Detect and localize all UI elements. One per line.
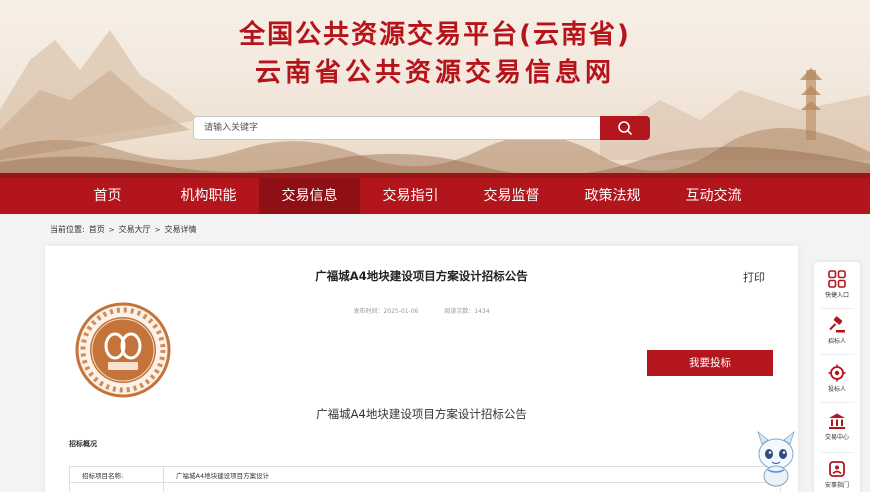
quick-item-bidder[interactable]: 投标人: [814, 364, 860, 393]
announcement-title: 广福城A4地块建设项目方案设计招标公告: [315, 269, 528, 283]
quick-item-service-gate[interactable]: 安事指门: [814, 460, 860, 489]
breadcrumb-item-detail: 交易详情: [164, 225, 197, 234]
view-count: 阅读次数：1434: [444, 308, 490, 315]
breadcrumb-separator: >: [154, 225, 161, 234]
nav-item-policies[interactable]: 政策法规: [562, 178, 663, 214]
table-cell-value: 广福城A4地块建设项目方案设计: [163, 466, 781, 483]
nav-item-org-functions[interactable]: 机构职能: [158, 178, 259, 214]
grid-icon: [828, 270, 846, 288]
breadcrumb-prefix: 当前位置:: [50, 225, 85, 234]
nav-item-trading-supervision[interactable]: 交易监督: [461, 178, 562, 214]
quick-item-tenderer[interactable]: 招标人: [814, 316, 860, 345]
print-button[interactable]: 打印: [743, 269, 765, 285]
building-icon: [829, 413, 845, 429]
project-info-table: 招标项目名称: 广福城A4地块建设项目方案设计: [69, 466, 781, 492]
table-row: 招标项目名称: 广福城A4地块建设项目方案设计: [69, 466, 781, 483]
search-icon: [618, 121, 632, 135]
nav-item-trading-guide[interactable]: 交易指引: [360, 178, 461, 214]
divider: [820, 452, 854, 453]
table-cell-key: [69, 482, 164, 492]
assistant-mascot-icon[interactable]: [752, 430, 800, 492]
quick-item-label: 招标人: [827, 338, 846, 345]
trading-center-seal-icon: [75, 302, 171, 402]
table-cell-key: 招标项目名称:: [69, 466, 164, 483]
quick-item-label: 交易中心: [824, 434, 849, 441]
announcement-subtitle: 广福城A4地块建设项目方案设计招标公告: [316, 407, 527, 421]
quick-item-label: 投标人: [827, 386, 846, 393]
nav-item-interaction[interactable]: 互动交流: [663, 178, 764, 214]
section-label-overview: 招标概况: [69, 440, 97, 448]
gavel-icon: [829, 316, 845, 333]
nav-item-home[interactable]: 首页: [57, 178, 158, 214]
nav-item-trading-info[interactable]: 交易信息: [259, 178, 360, 214]
breadcrumb: 当前位置: 首页 > 交易大厅 > 交易详情: [50, 224, 196, 235]
publish-time: 发布时间：2025-01-06: [353, 308, 419, 315]
site-header: 全国公共资源交易平台(云南省) 云南省公共资源交易信息网: [0, 0, 870, 178]
site-title-line1: 全国公共资源交易平台(云南省): [239, 20, 631, 50]
table-cell-value: [163, 482, 781, 492]
site-title-line2: 云南省公共资源交易信息网: [254, 58, 615, 88]
breadcrumb-item-home[interactable]: 首页: [89, 224, 105, 235]
search-input[interactable]: [193, 116, 601, 140]
bid-button[interactable]: 我要投标: [647, 350, 773, 376]
table-row: [69, 482, 781, 492]
search-bar: [193, 116, 650, 140]
breadcrumb-separator: >: [108, 225, 115, 234]
main-nav: 首页 机构职能 交易信息 交易指引 交易监督 政策法规 互动交流: [0, 178, 870, 214]
quick-item-trading-center[interactable]: 交易中心: [814, 412, 860, 441]
quick-item-label: 快捷入口: [824, 292, 849, 299]
announcement-card: 广福城A4地块建设项目方案设计招标公告 打印 发布时间：2025-01-06 阅…: [45, 246, 798, 492]
shield-icon: [829, 461, 845, 477]
divider: [820, 354, 854, 355]
divider: [820, 402, 854, 403]
divider: [820, 308, 854, 309]
quick-access-bar: 快捷入口 招标人 投标人 交易中心 安事指门: [814, 262, 860, 492]
breadcrumb-item-hall[interactable]: 交易大厅: [119, 224, 151, 235]
target-icon: [828, 364, 846, 382]
search-button[interactable]: [600, 116, 650, 140]
quick-item-label: 安事指门: [824, 482, 849, 489]
quick-item-entrance[interactable]: 快捷入口: [814, 270, 860, 299]
